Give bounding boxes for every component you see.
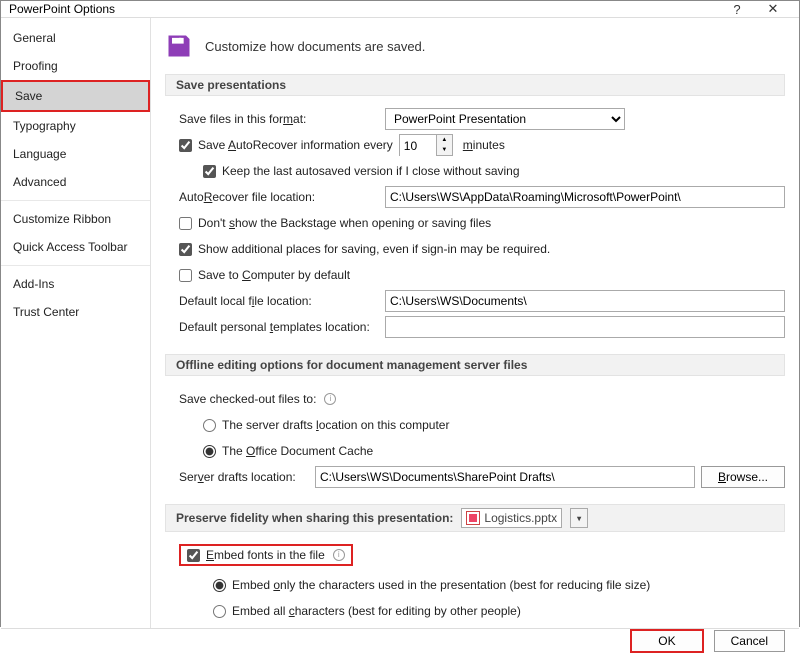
autorecover-value[interactable] <box>400 135 436 157</box>
dialog-buttons: OK Cancel <box>1 628 799 653</box>
sidebar-item-language[interactable]: Language <box>1 140 150 168</box>
office-cache-label: The Office Document Cache <box>222 444 373 458</box>
default-templates-input[interactable] <box>385 316 785 338</box>
sidebar-separator <box>1 200 150 201</box>
embed-all-label: Embed all characters (best for editing b… <box>232 604 521 618</box>
browse-button[interactable]: Browse... <box>701 466 785 488</box>
dont-show-label: Don't show the Backstage when opening or… <box>198 216 491 230</box>
close-icon[interactable]: ✕ <box>755 1 791 17</box>
format-label: Save files in this format: <box>179 112 379 126</box>
sidebar-item-trustcenter[interactable]: Trust Center <box>1 298 150 326</box>
window-title: PowerPoint Options <box>9 2 719 16</box>
sidebar-item-quick-access[interactable]: Quick Access Toolbar <box>1 233 150 261</box>
embed-fonts-checkbox[interactable] <box>187 549 200 562</box>
save-to-computer-label: Save to Computer by default <box>198 268 350 282</box>
autorecover-loc-label: AutoRecover file location: <box>179 190 379 204</box>
autorecover-checkbox[interactable] <box>179 139 192 152</box>
sidebar-item-save[interactable]: Save <box>1 80 150 112</box>
show-additional-checkbox[interactable] <box>179 243 192 256</box>
autorecover-loc-input[interactable] <box>385 186 785 208</box>
spin-down-icon[interactable]: ▼ <box>437 145 452 155</box>
info-icon[interactable]: i <box>333 549 345 561</box>
sidebar-item-customize-ribbon[interactable]: Customize Ribbon <box>1 205 150 233</box>
sidebar-separator <box>1 265 150 266</box>
info-icon[interactable]: i <box>324 393 336 405</box>
content-pane: Customize how documents are saved. Save … <box>151 18 799 628</box>
embed-all-radio[interactable] <box>213 605 226 618</box>
sidebar-item-general[interactable]: General <box>1 24 150 52</box>
embed-fonts-label: Embed fonts in the file <box>206 548 325 562</box>
embed-only-radio[interactable] <box>213 579 226 592</box>
office-cache-radio[interactable] <box>203 445 216 458</box>
save-to-computer-checkbox[interactable] <box>179 269 192 282</box>
help-icon[interactable]: ? <box>719 2 755 17</box>
section-offline-editing: Offline editing options for document man… <box>165 354 785 376</box>
section-preserve-fidelity: Preserve fidelity when sharing this pres… <box>165 504 785 532</box>
autorecover-spinner[interactable]: ▲▼ <box>399 134 453 156</box>
preserve-fidelity-label: Preserve fidelity when sharing this pres… <box>176 511 453 525</box>
presentation-name: Logistics.pptx <box>461 508 562 528</box>
show-additional-label: Show additional places for saving, even … <box>198 242 550 256</box>
sidebar-item-typography[interactable]: Typography <box>1 112 150 140</box>
main-area: General Proofing Save Typography Languag… <box>1 18 799 628</box>
server-drafts-input[interactable] <box>315 466 695 488</box>
minutes-label: minutes <box>463 138 505 152</box>
save-icon <box>165 32 193 60</box>
spin-up-icon[interactable]: ▲ <box>437 135 452 145</box>
save-checked-label: Save checked-out files to: <box>179 392 316 406</box>
page-header: Customize how documents are saved. <box>205 39 425 54</box>
ok-button[interactable]: OK <box>630 629 703 653</box>
titlebar: PowerPoint Options ? ✕ <box>1 1 799 18</box>
sidebar-item-proofing[interactable]: Proofing <box>1 52 150 80</box>
pptx-file-icon <box>466 511 480 525</box>
sidebar-item-advanced[interactable]: Advanced <box>1 168 150 196</box>
keep-last-checkbox[interactable] <box>203 165 216 178</box>
sidebar-item-addins[interactable]: Add-Ins <box>1 270 150 298</box>
section-save-presentations: Save presentations <box>165 74 785 96</box>
server-drafts-label: The server drafts location on this compu… <box>222 418 449 432</box>
default-local-input[interactable] <box>385 290 785 312</box>
keep-last-label: Keep the last autosaved version if I clo… <box>222 164 520 178</box>
server-drafts-loc-label: Server drafts location: <box>179 470 309 484</box>
cancel-button[interactable]: Cancel <box>714 630 785 652</box>
default-templates-label: Default personal templates location: <box>179 320 379 334</box>
format-select[interactable]: PowerPoint Presentation <box>385 108 625 130</box>
default-local-label: Default local file location: <box>179 294 379 308</box>
sidebar: General Proofing Save Typography Languag… <box>1 18 151 628</box>
server-drafts-radio[interactable] <box>203 419 216 432</box>
embed-only-label: Embed only the characters used in the pr… <box>232 578 650 592</box>
dont-show-checkbox[interactable] <box>179 217 192 230</box>
presentation-dropdown[interactable]: ▾ <box>570 508 588 528</box>
autorecover-label: Save AutoRecover information every <box>198 138 393 152</box>
